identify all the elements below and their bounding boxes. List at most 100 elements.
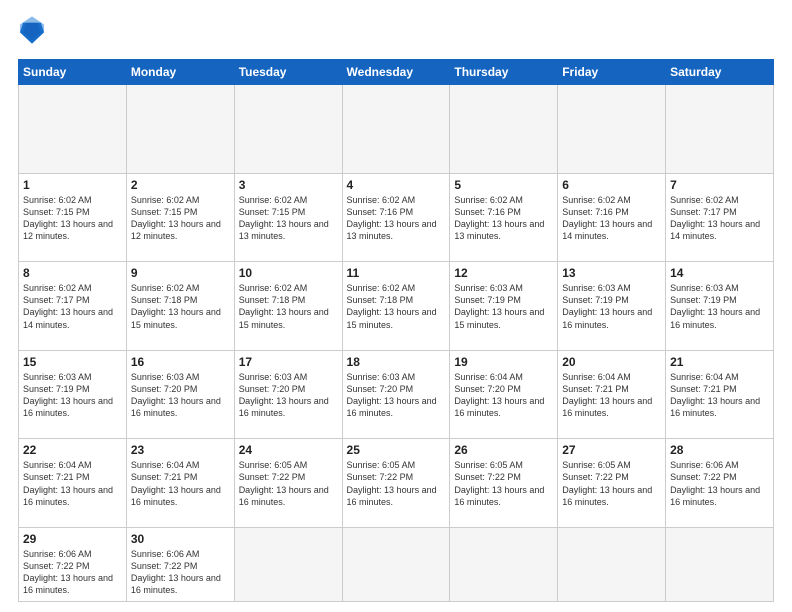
calendar-cell [19, 85, 127, 174]
calendar-cell: 15 Sunrise: 6:03 AMSunset: 7:19 PMDayligh… [19, 350, 127, 439]
calendar-cell: 29 Sunrise: 6:06 AMSunset: 7:22 PMDayligh… [19, 527, 127, 601]
day-info: Sunrise: 6:03 AMSunset: 7:19 PMDaylight:… [454, 282, 553, 331]
day-info: Sunrise: 6:02 AMSunset: 7:18 PMDaylight:… [131, 282, 230, 331]
day-info: Sunrise: 6:02 AMSunset: 7:15 PMDaylight:… [239, 194, 338, 243]
day-number: 6 [562, 178, 661, 192]
day-info: Sunrise: 6:03 AMSunset: 7:20 PMDaylight:… [239, 371, 338, 420]
col-header-saturday: Saturday [666, 60, 774, 85]
day-info: Sunrise: 6:05 AMSunset: 7:22 PMDaylight:… [347, 459, 446, 508]
calendar-cell: 27 Sunrise: 6:05 AMSunset: 7:22 PMDayligh… [558, 439, 666, 528]
day-info: Sunrise: 6:02 AMSunset: 7:16 PMDaylight:… [347, 194, 446, 243]
day-info: Sunrise: 6:02 AMSunset: 7:15 PMDaylight:… [23, 194, 122, 243]
day-number: 14 [670, 266, 769, 280]
calendar-cell [450, 527, 558, 601]
calendar-week-1: 1 Sunrise: 6:02 AMSunset: 7:15 PMDaylight… [19, 173, 774, 262]
page-header [18, 16, 774, 49]
day-info: Sunrise: 6:06 AMSunset: 7:22 PMDaylight:… [23, 548, 122, 597]
calendar-cell [126, 85, 234, 174]
day-number: 13 [562, 266, 661, 280]
day-info: Sunrise: 6:03 AMSunset: 7:20 PMDaylight:… [347, 371, 446, 420]
calendar-cell [342, 85, 450, 174]
day-number: 15 [23, 355, 122, 369]
day-info: Sunrise: 6:02 AMSunset: 7:17 PMDaylight:… [670, 194, 769, 243]
day-info: Sunrise: 6:02 AMSunset: 7:16 PMDaylight:… [562, 194, 661, 243]
calendar-cell: 19 Sunrise: 6:04 AMSunset: 7:20 PMDayligh… [450, 350, 558, 439]
day-number: 10 [239, 266, 338, 280]
calendar-cell: 7Sunrise: 6:02 AMSunset: 7:17 PMDaylight… [666, 173, 774, 262]
calendar-cell: 2 Sunrise: 6:02 AMSunset: 7:15 PMDaylight… [126, 173, 234, 262]
day-number: 25 [347, 443, 446, 457]
day-info: Sunrise: 6:06 AMSunset: 7:22 PMDaylight:… [670, 459, 769, 508]
day-info: Sunrise: 6:04 AMSunset: 7:21 PMDaylight:… [131, 459, 230, 508]
day-number: 19 [454, 355, 553, 369]
day-info: Sunrise: 6:03 AMSunset: 7:19 PMDaylight:… [670, 282, 769, 331]
calendar-cell: 8Sunrise: 6:02 AMSunset: 7:17 PMDaylight… [19, 262, 127, 351]
calendar-cell: 28 Sunrise: 6:06 AMSunset: 7:22 PMDayligh… [666, 439, 774, 528]
calendar-cell: 4 Sunrise: 6:02 AMSunset: 7:16 PMDaylight… [342, 173, 450, 262]
day-info: Sunrise: 6:05 AMSunset: 7:22 PMDaylight:… [562, 459, 661, 508]
day-info: Sunrise: 6:03 AMSunset: 7:19 PMDaylight:… [562, 282, 661, 331]
day-number: 2 [131, 178, 230, 192]
calendar-cell: 9Sunrise: 6:02 AMSunset: 7:18 PMDaylight… [126, 262, 234, 351]
day-info: Sunrise: 6:06 AMSunset: 7:22 PMDaylight:… [131, 548, 230, 597]
calendar-cell: 6 Sunrise: 6:02 AMSunset: 7:16 PMDaylight… [558, 173, 666, 262]
calendar-week-2: 8Sunrise: 6:02 AMSunset: 7:17 PMDaylight… [19, 262, 774, 351]
calendar-cell [666, 527, 774, 601]
calendar-week-5: 29 Sunrise: 6:06 AMSunset: 7:22 PMDayligh… [19, 527, 774, 601]
calendar-cell: 11Sunrise: 6:02 AMSunset: 7:18 PMDayligh… [342, 262, 450, 351]
calendar-cell: 5Sunrise: 6:02 AMSunset: 7:16 PMDaylight… [450, 173, 558, 262]
calendar-cell: 16 Sunrise: 6:03 AMSunset: 7:20 PMDayligh… [126, 350, 234, 439]
col-header-wednesday: Wednesday [342, 60, 450, 85]
calendar-cell: 25 Sunrise: 6:05 AMSunset: 7:22 PMDayligh… [342, 439, 450, 528]
calendar-cell: 18 Sunrise: 6:03 AMSunset: 7:20 PMDayligh… [342, 350, 450, 439]
day-number: 16 [131, 355, 230, 369]
calendar-cell: 3Sunrise: 6:02 AMSunset: 7:15 PMDaylight… [234, 173, 342, 262]
calendar-cell [234, 85, 342, 174]
day-info: Sunrise: 6:04 AMSunset: 7:21 PMDaylight:… [23, 459, 122, 508]
day-number: 12 [454, 266, 553, 280]
day-info: Sunrise: 6:05 AMSunset: 7:22 PMDaylight:… [454, 459, 553, 508]
calendar-week-4: 22 Sunrise: 6:04 AMSunset: 7:21 PMDayligh… [19, 439, 774, 528]
day-info: Sunrise: 6:04 AMSunset: 7:21 PMDaylight:… [562, 371, 661, 420]
day-info: Sunrise: 6:03 AMSunset: 7:19 PMDaylight:… [23, 371, 122, 420]
day-number: 21 [670, 355, 769, 369]
calendar-cell [450, 85, 558, 174]
day-info: Sunrise: 6:04 AMSunset: 7:20 PMDaylight:… [454, 371, 553, 420]
day-number: 29 [23, 532, 122, 546]
col-header-thursday: Thursday [450, 60, 558, 85]
calendar-cell [558, 527, 666, 601]
day-number: 26 [454, 443, 553, 457]
day-number: 17 [239, 355, 338, 369]
calendar-cell: 17 Sunrise: 6:03 AMSunset: 7:20 PMDayligh… [234, 350, 342, 439]
day-number: 24 [239, 443, 338, 457]
col-header-friday: Friday [558, 60, 666, 85]
day-info: Sunrise: 6:02 AMSunset: 7:16 PMDaylight:… [454, 194, 553, 243]
calendar-cell [342, 527, 450, 601]
calendar-cell: 26 Sunrise: 6:05 AMSunset: 7:22 PMDayligh… [450, 439, 558, 528]
col-header-tuesday: Tuesday [234, 60, 342, 85]
calendar-cell: 24Sunrise: 6:05 AMSunset: 7:22 PMDayligh… [234, 439, 342, 528]
day-number: 27 [562, 443, 661, 457]
day-number: 8 [23, 266, 122, 280]
col-header-monday: Monday [126, 60, 234, 85]
day-number: 4 [347, 178, 446, 192]
day-number: 28 [670, 443, 769, 457]
calendar-cell: 30Sunrise: 6:06 AMSunset: 7:22 PMDayligh… [126, 527, 234, 601]
calendar-cell: 21 Sunrise: 6:04 AMSunset: 7:21 PMDayligh… [666, 350, 774, 439]
day-number: 18 [347, 355, 446, 369]
calendar-table: SundayMondayTuesdayWednesdayThursdayFrid… [18, 59, 774, 602]
day-number: 22 [23, 443, 122, 457]
logo [18, 16, 48, 49]
day-info: Sunrise: 6:04 AMSunset: 7:21 PMDaylight:… [670, 371, 769, 420]
calendar-cell: 20 Sunrise: 6:04 AMSunset: 7:21 PMDayligh… [558, 350, 666, 439]
day-number: 20 [562, 355, 661, 369]
day-number: 1 [23, 178, 122, 192]
calendar-week-0 [19, 85, 774, 174]
calendar-cell: 1 Sunrise: 6:02 AMSunset: 7:15 PMDaylight… [19, 173, 127, 262]
col-header-sunday: Sunday [19, 60, 127, 85]
day-info: Sunrise: 6:02 AMSunset: 7:15 PMDaylight:… [131, 194, 230, 243]
calendar-cell: 14 Sunrise: 6:03 AMSunset: 7:19 PMDayligh… [666, 262, 774, 351]
calendar-cell: 10Sunrise: 6:02 AMSunset: 7:18 PMDayligh… [234, 262, 342, 351]
day-info: Sunrise: 6:03 AMSunset: 7:20 PMDaylight:… [131, 371, 230, 420]
day-info: Sunrise: 6:02 AMSunset: 7:18 PMDaylight:… [347, 282, 446, 331]
